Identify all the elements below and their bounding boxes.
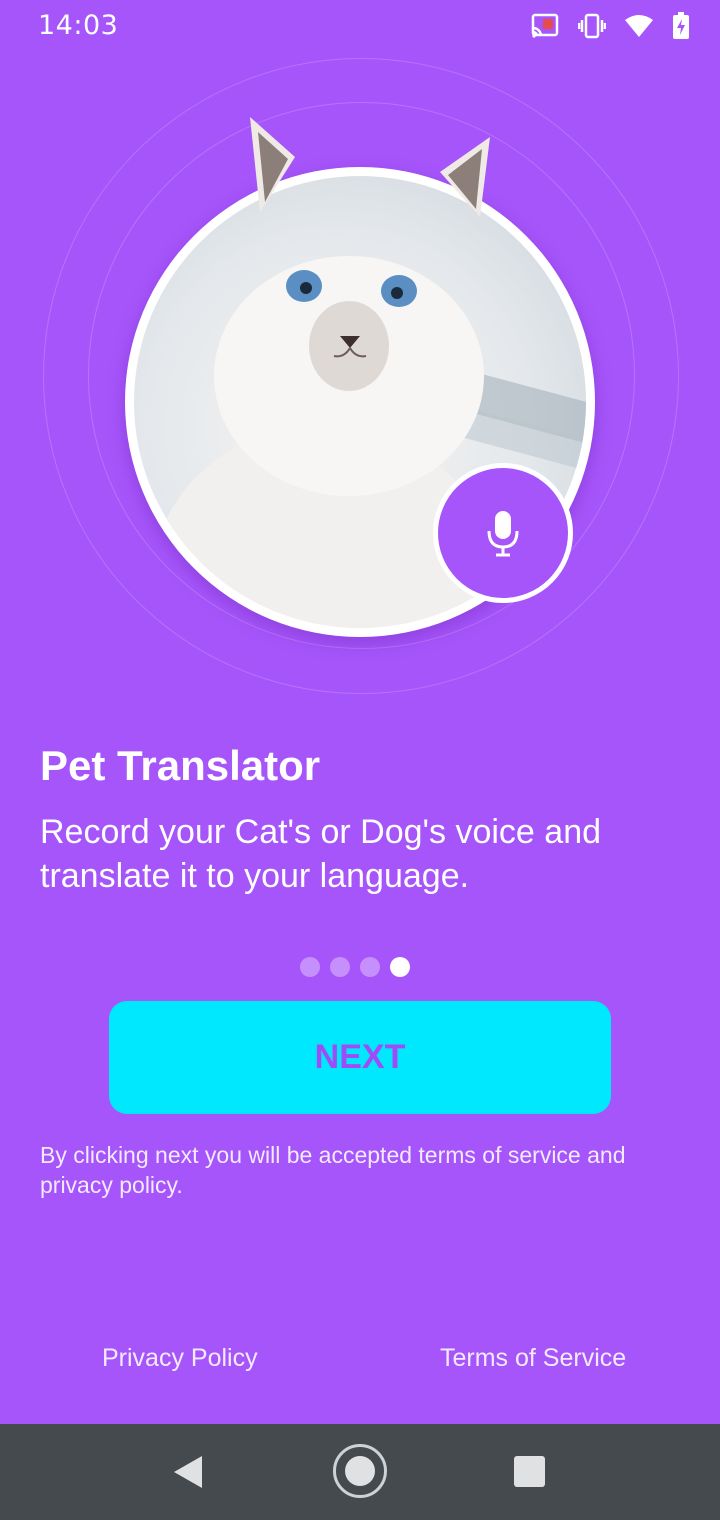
microphone-icon — [487, 511, 519, 557]
privacy-policy-link[interactable]: Privacy Policy — [102, 1344, 258, 1373]
back-icon[interactable] — [172, 1454, 204, 1495]
next-button[interactable]: NEXT — [109, 1001, 611, 1114]
page-dot — [330, 957, 350, 977]
terms-of-service-link[interactable]: Terms of Service — [440, 1344, 626, 1373]
home-icon[interactable] — [333, 1444, 387, 1498]
record-button[interactable] — [433, 463, 573, 603]
page-description: Record your Cat's or Dog's voice and tra… — [40, 813, 602, 895]
cat-ears — [250, 117, 490, 217]
home-icon-inner — [345, 1456, 375, 1486]
wifi-icon — [624, 14, 654, 43]
page-title: Pet Translator — [40, 742, 321, 789]
page-dot — [360, 957, 380, 977]
page-indicator — [300, 957, 410, 977]
page-dot-active — [390, 957, 410, 977]
consent-text: By clicking next you will be accepted te… — [40, 1142, 626, 1198]
page-dot — [300, 957, 320, 977]
status-time: 14:03 — [38, 10, 119, 41]
recents-icon[interactable] — [514, 1456, 545, 1487]
hero-illustration — [0, 40, 720, 720]
navigation-bar — [0, 1424, 720, 1520]
